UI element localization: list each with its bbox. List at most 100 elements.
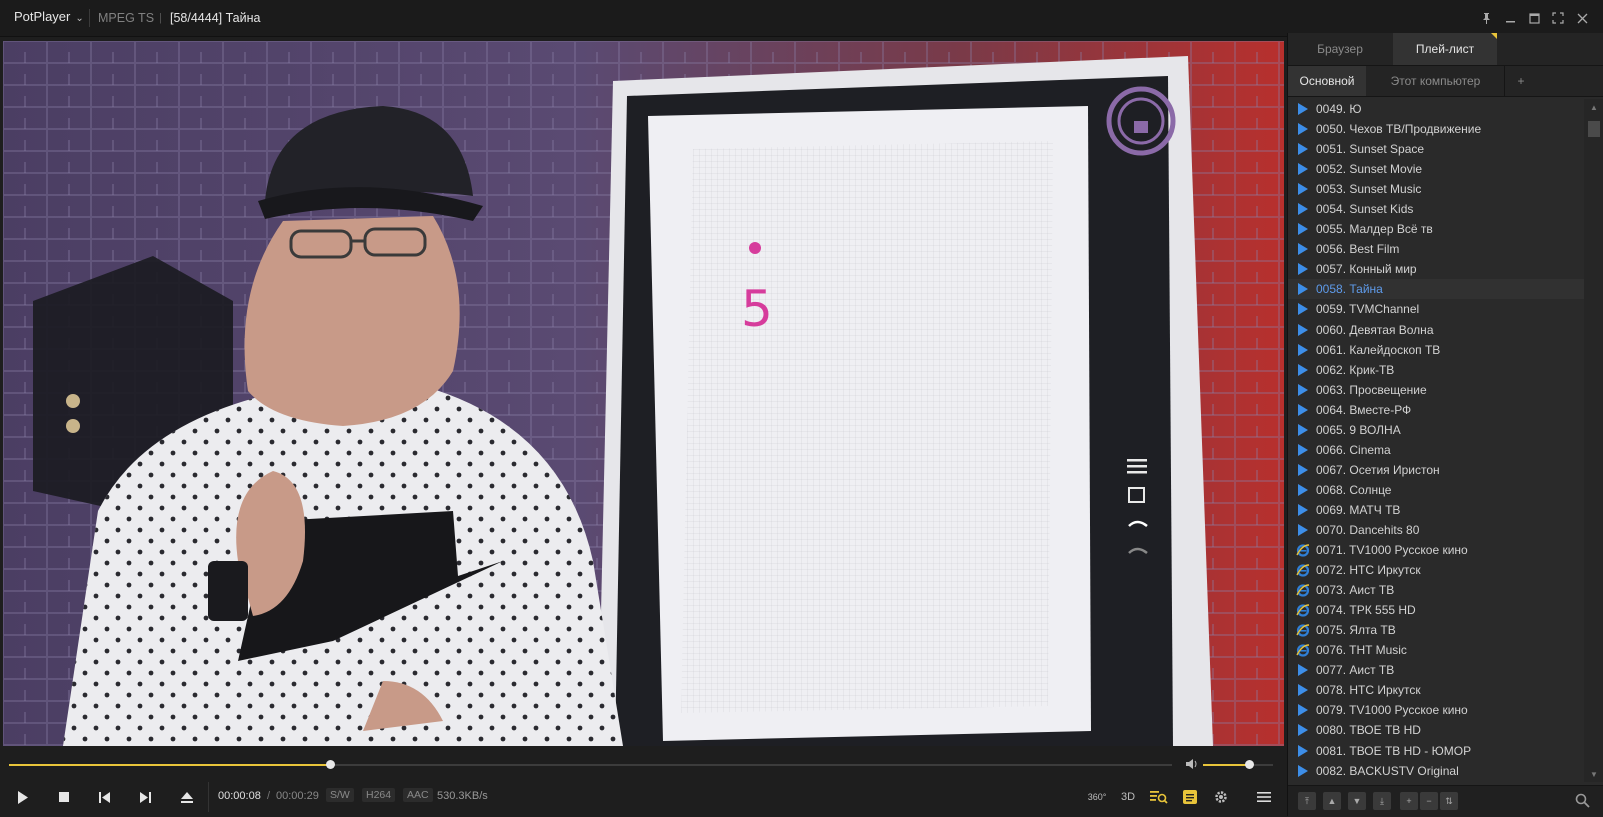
play-icon	[1296, 523, 1310, 537]
play-icon	[1296, 182, 1310, 196]
playlist-icon	[1183, 790, 1197, 804]
minimize-icon[interactable]	[1498, 0, 1522, 36]
control-bar: 00:00:08 / 00:00:29 S/W H264 AAC 530.3KB…	[0, 778, 1284, 816]
seek-bar[interactable]	[9, 760, 1172, 769]
time-current[interactable]: 00:00:08	[218, 790, 261, 802]
subtab-this-computer[interactable]: Этот компьютер	[1367, 66, 1505, 96]
tab-playlist[interactable]: Плей-лист	[1393, 33, 1497, 65]
playlist-item[interactable]: 0082. BACKUSTV Original	[1288, 761, 1584, 781]
decoder-badge[interactable]: S/W	[326, 788, 354, 802]
playlist-item[interactable]: 0079. TV1000 Русское кино	[1288, 700, 1584, 720]
playlist-item[interactable]: 0073. Аист ТВ	[1288, 580, 1584, 600]
scroll-down-icon[interactable]: ▼	[1584, 766, 1603, 782]
pin-icon[interactable]	[1474, 0, 1498, 36]
stop-button[interactable]	[51, 786, 77, 808]
play-icon	[1296, 483, 1310, 497]
scroll-thumb[interactable]	[1588, 121, 1600, 137]
move-down-icon[interactable]: ▼	[1348, 792, 1366, 810]
playlist-item[interactable]: 0080. ТВОЕ ТВ HD	[1288, 720, 1584, 740]
app-menu-button[interactable]: PotPlayer ⌄	[14, 9, 84, 24]
seek-handle[interactable]	[325, 760, 335, 769]
time-total[interactable]: 00:00:29	[276, 790, 319, 802]
playlist-item[interactable]: 0069. МАТЧ ТВ	[1288, 500, 1584, 520]
subtitle-search-button[interactable]	[1147, 785, 1171, 809]
playlist-item[interactable]: 0052. Sunset Movie	[1288, 159, 1584, 179]
playlist-item[interactable]: 0051. Sunset Space	[1288, 139, 1584, 159]
playlist-item[interactable]: 0054. Sunset Kids	[1288, 199, 1584, 219]
previous-button[interactable]	[91, 786, 117, 808]
play-icon	[1296, 443, 1310, 457]
maximize-icon[interactable]	[1522, 0, 1546, 36]
add-tab-button[interactable]: +	[1506, 66, 1536, 96]
eject-button[interactable]	[174, 786, 200, 808]
settings-button[interactable]	[1209, 785, 1233, 809]
playlist-item[interactable]: 0064. Вместе-РФ	[1288, 400, 1584, 420]
playlist-item[interactable]: 0059. TVMChannel	[1288, 299, 1584, 319]
playlist-item[interactable]: 0062. Крик-ТВ	[1288, 360, 1584, 380]
playlist-item[interactable]: 0076. THT Music	[1288, 640, 1584, 660]
video-frame[interactable]: 5	[3, 41, 1284, 746]
next-button[interactable]	[132, 786, 158, 808]
video-codec-badge[interactable]: H264	[362, 788, 396, 802]
playlist-item[interactable]: 0058. Тайна	[1288, 279, 1584, 300]
playlist-item[interactable]: 0066. Cinema	[1288, 440, 1584, 460]
play-icon	[1296, 262, 1310, 276]
playlist-item-label: 0074. ТРК 555 HD	[1316, 603, 1416, 618]
tab-browser[interactable]: Браузер	[1288, 33, 1392, 65]
sort-icon[interactable]: ⇅	[1440, 792, 1458, 810]
search-list-icon	[1150, 791, 1168, 804]
playlist-item-label: 0078. НТС Иркутск	[1316, 683, 1421, 698]
playlist-item[interactable]: 0075. Ялта ТВ	[1288, 620, 1584, 640]
play-icon	[1296, 102, 1310, 116]
menu-button[interactable]	[1252, 785, 1276, 809]
playlist-item[interactable]: 0063. Просвещение	[1288, 380, 1584, 400]
playlist-item[interactable]: 0074. ТРК 555 HD	[1288, 600, 1584, 620]
playlist-item[interactable]: 0081. ТВОЕ ТВ HD - ЮМОР	[1288, 741, 1584, 761]
playlist-panel: Браузер Плей-лист Основной Этот компьюте…	[1287, 33, 1603, 817]
remove-item-icon[interactable]: −	[1420, 792, 1438, 810]
volume-fill	[1203, 764, 1249, 766]
add-item-icon[interactable]: +	[1400, 792, 1418, 810]
playlist-item[interactable]: 0060. Девятая Волна	[1288, 320, 1584, 340]
playlist-subtabs: Основной Этот компьютер +	[1288, 66, 1603, 97]
playlist-scrollbar[interactable]: ▲ ▼	[1584, 99, 1603, 782]
playlist-item[interactable]: 0078. НТС Иркутск	[1288, 680, 1584, 700]
playlist-item[interactable]: 0055. Малдер Всё тв	[1288, 219, 1584, 239]
search-icon[interactable]	[1575, 793, 1590, 811]
vr-360-button[interactable]: 360°	[1085, 785, 1109, 809]
playlist-item[interactable]: 0068. Солнце	[1288, 480, 1584, 500]
playlist-item[interactable]: 0065. 9 ВОЛНА	[1288, 420, 1584, 440]
volume-handle[interactable]	[1244, 760, 1254, 769]
play-button[interactable]	[10, 786, 36, 808]
playlist-item[interactable]: 0067. Осетия Иристон	[1288, 460, 1584, 480]
play-icon	[1296, 363, 1310, 377]
move-up-icon[interactable]: ▲	[1323, 792, 1341, 810]
playlist-item-label: 0059. TVMChannel	[1316, 302, 1420, 317]
subtab-main[interactable]: Основной	[1288, 66, 1366, 96]
play-icon	[1296, 703, 1310, 717]
playlist-item[interactable]: 0070. Dancehits 80	[1288, 520, 1584, 540]
3d-button[interactable]: 3D	[1116, 785, 1140, 809]
volume-slider[interactable]	[1203, 760, 1273, 769]
playlist-item[interactable]: 0049. Ю	[1288, 99, 1584, 119]
volume-icon[interactable]	[1185, 758, 1199, 773]
playlist-item[interactable]: 0056. Best Film	[1288, 239, 1584, 259]
playlist-item[interactable]: 0050. Чехов ТВ/Продвижение	[1288, 119, 1584, 139]
audio-codec-badge[interactable]: AAC	[403, 788, 433, 802]
playlist-item[interactable]: 0061. Калейдоскоп ТВ	[1288, 340, 1584, 360]
playlist-item[interactable]: 0077. Аист ТВ	[1288, 660, 1584, 680]
scroll-up-icon[interactable]: ▲	[1584, 99, 1603, 115]
playlist-toggle-button[interactable]	[1178, 785, 1202, 809]
move-to-top-icon[interactable]: ⤒	[1298, 792, 1316, 810]
fullscreen-icon[interactable]	[1546, 0, 1570, 36]
playlist-item[interactable]: 0053. Sunset Music	[1288, 179, 1584, 199]
playlist-item[interactable]: 0057. Конный мир	[1288, 259, 1584, 279]
play-icon	[1296, 403, 1310, 417]
title-divider	[89, 9, 90, 27]
board-digit: 5	[741, 280, 773, 338]
close-icon[interactable]	[1570, 0, 1594, 36]
gear-icon	[1215, 791, 1227, 803]
playlist-item[interactable]: 0072. НТС Иркутск	[1288, 560, 1584, 580]
move-to-bottom-icon[interactable]: ⤓	[1373, 792, 1391, 810]
playlist-item[interactable]: 0071. TV1000 Русское кино	[1288, 540, 1584, 560]
